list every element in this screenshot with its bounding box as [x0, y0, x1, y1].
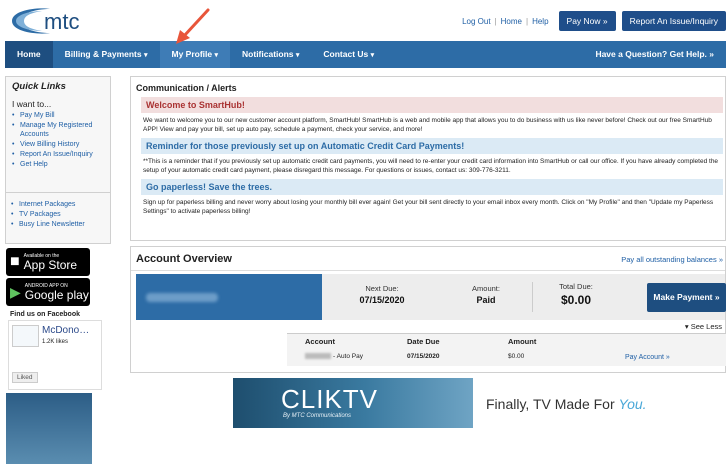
- facebook-likes: 1.2K likes: [42, 339, 69, 345]
- nav-home[interactable]: Home: [5, 41, 53, 68]
- home-link[interactable]: Home: [497, 17, 526, 26]
- account-summary-bar: Next Due: 07/15/2020 Amount: Paid Total …: [136, 274, 726, 320]
- quick-links-title: Quick Links: [12, 81, 66, 92]
- chevron-down-icon: ▾: [144, 52, 148, 59]
- next-due-value: 07/15/2020: [359, 295, 405, 305]
- quick-link-pay-bill[interactable]: Pay My Bill: [12, 111, 104, 120]
- alert-paperless-body: Sign up for paperless billing and never …: [143, 199, 714, 215]
- account-overview: Account Overview Pay all outstanding bal…: [130, 246, 726, 373]
- chevron-down-icon: ▾: [214, 52, 219, 59]
- banner-tagline: Finally, TV Made For You.: [486, 396, 647, 412]
- amount-cell: Amount: Paid: [446, 284, 526, 305]
- facebook-title: Find us on Facebook: [10, 311, 81, 318]
- alerts-panel: Communication / Alerts Welcome to SmartH…: [130, 76, 726, 241]
- table-row-date: 07/15/2020: [407, 353, 440, 360]
- total-due-cell: Total Due: $0.00: [536, 282, 616, 307]
- pay-now-button[interactable]: Pay Now »: [558, 11, 616, 31]
- col-date-due: Date Due: [407, 337, 440, 346]
- quick-links-subtitle: I want to...: [12, 99, 52, 109]
- alert-welcome-heading: Welcome to SmartHub!: [141, 97, 723, 113]
- cliktv-logo: CLIKTV: [281, 384, 379, 414]
- quick-link-manage-accounts[interactable]: Manage My Registered Accounts: [12, 121, 104, 139]
- account-table: Account Date Due Amount - Auto Pay 07/15…: [287, 333, 726, 366]
- account-name-block: [136, 274, 322, 320]
- help-link[interactable]: Help: [528, 17, 552, 26]
- alert-welcome-body: We want to welcome you to our new custom…: [143, 117, 712, 133]
- logout-link[interactable]: Log Out: [458, 17, 494, 26]
- quick-link-tv[interactable]: TV Packages: [11, 210, 105, 219]
- redacted-account-name: [146, 293, 218, 302]
- nav-billing[interactable]: Billing & Payments ▾: [53, 41, 160, 68]
- red-arrow-icon: [176, 8, 210, 44]
- facebook-avatar: [12, 325, 39, 347]
- google-play-button[interactable]: ▶ ANDROID APP ON Google play: [6, 278, 90, 306]
- app-store-button[interactable]: ■ Available on the App Store: [6, 248, 90, 276]
- chevron-down-icon: ▾: [295, 52, 300, 59]
- next-due-cell: Next Due: 07/15/2020: [342, 284, 422, 305]
- quick-link-billing-history[interactable]: View Billing History: [12, 140, 104, 149]
- header-links: Log Out | Home | Help Pay Now » Report A…: [458, 10, 726, 32]
- report-issue-button[interactable]: Report An Issue/Inquiry: [621, 11, 726, 31]
- make-payment-button[interactable]: Make Payment »: [647, 283, 726, 312]
- chevron-down-icon: ▾: [370, 52, 375, 59]
- col-amount: Amount: [508, 337, 537, 346]
- alert-reminder-heading: Reminder for those previously set up on …: [141, 138, 723, 154]
- quick-link-internet[interactable]: Internet Packages: [11, 200, 105, 209]
- get-help-link[interactable]: Have a Question? Get Help. »: [583, 41, 726, 68]
- apple-icon: ■: [10, 253, 20, 270]
- alerts-title: Communication / Alerts: [136, 83, 237, 93]
- facebook-widget[interactable]: McDono… 1.2K likes Liked: [8, 320, 102, 390]
- total-due-value: $0.00: [560, 293, 592, 307]
- extra-links: Internet Packages TV Packages Busy Line …: [5, 192, 111, 240]
- nav-contact-us[interactable]: Contact Us ▾: [311, 41, 386, 68]
- mtc-logo[interactable]: mtc: [8, 6, 108, 36]
- alert-reminder-body: **This is a reminder that if you previou…: [143, 158, 719, 174]
- main-nav: Home Billing & Payments ▾ My Profile ▾ N…: [5, 41, 726, 68]
- nav-notifications[interactable]: Notifications ▾: [230, 41, 311, 68]
- pay-account-link[interactable]: Pay Account »: [625, 354, 670, 361]
- cliktv-banner[interactable]: CLIKTV By MTC Communications Finally, TV…: [233, 378, 703, 428]
- see-less-toggle[interactable]: ▾ See Less: [685, 322, 722, 331]
- quick-link-get-help[interactable]: Get Help: [12, 160, 104, 169]
- cliktv-banner-image: CLIKTV By MTC Communications: [233, 378, 473, 428]
- pay-all-link[interactable]: Pay all outstanding balances »: [621, 255, 723, 264]
- cliktv-sidebar-ad[interactable]: [6, 393, 92, 464]
- amount-value: Paid: [476, 295, 496, 305]
- table-row-amount: $0.00: [508, 353, 525, 360]
- quick-link-report-issue[interactable]: Report An Issue/Inquiry: [12, 150, 104, 159]
- col-account: Account: [305, 337, 335, 346]
- alert-paperless-heading: Go paperless! Save the trees.: [141, 179, 723, 195]
- logo-text: mtc: [44, 9, 79, 34]
- facebook-liked-button[interactable]: Liked: [12, 372, 38, 383]
- table-row-account: - Auto Pay: [305, 353, 363, 360]
- overview-title: Account Overview: [136, 253, 232, 265]
- play-icon: ▶: [10, 283, 21, 300]
- quick-link-newsletter[interactable]: Busy Line Newsletter: [11, 220, 105, 229]
- facebook-page-name[interactable]: McDono…: [42, 325, 89, 336]
